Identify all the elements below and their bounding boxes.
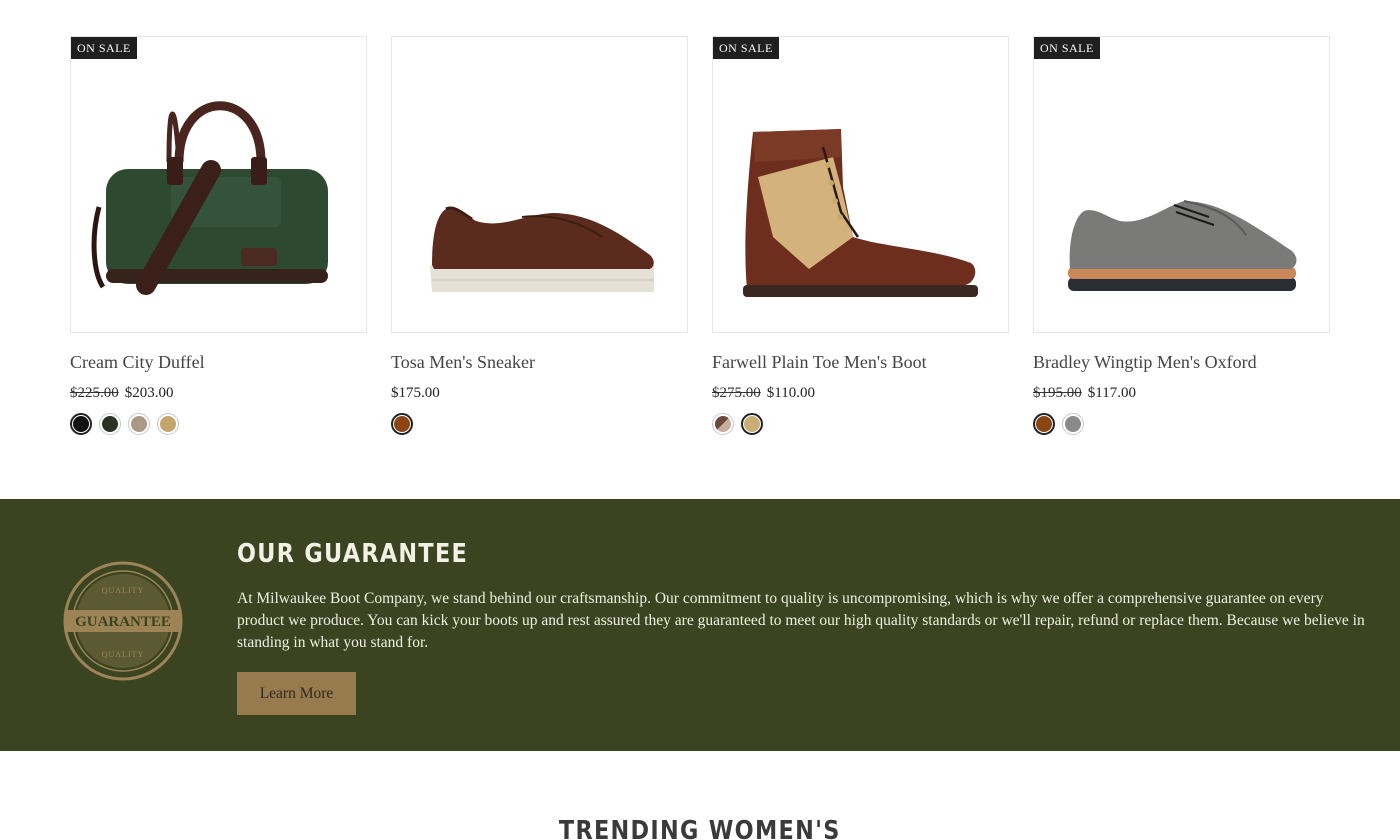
- product-card: ON SALE Cream City Duffel $225.00 $203.00: [70, 36, 367, 435]
- original-price: $195.00: [1033, 385, 1082, 401]
- guarantee-section: QUALITY QUALITY GUARANTEE OUR GUARANTEE …: [0, 499, 1400, 751]
- seal-ring-text: QUALITY: [102, 586, 145, 595]
- product-image-link[interactable]: [391, 36, 688, 333]
- sale-price: $110.00: [766, 385, 815, 401]
- price: $175.00: [391, 385, 440, 401]
- color-swatch[interactable]: [70, 413, 92, 435]
- color-swatch[interactable]: [712, 413, 734, 435]
- product-image-link[interactable]: ON SALE: [1033, 36, 1330, 333]
- product-card: Tosa Men's Sneaker $175.00: [391, 36, 688, 435]
- on-sale-badge: ON SALE: [1034, 37, 1100, 59]
- color-swatch[interactable]: [157, 413, 179, 435]
- color-swatch[interactable]: [128, 413, 150, 435]
- color-swatch[interactable]: [741, 413, 763, 435]
- product-image-link[interactable]: ON SALE: [70, 36, 367, 333]
- guarantee-body: At Milwaukee Boot Company, we stand behi…: [237, 590, 1365, 651]
- sale-price: $203.00: [124, 385, 174, 401]
- on-sale-badge: ON SALE: [71, 37, 137, 59]
- color-swatch[interactable]: [1033, 413, 1055, 435]
- product-name[interactable]: Tosa Men's Sneaker: [391, 352, 535, 373]
- on-sale-badge: ON SALE: [713, 37, 779, 59]
- color-swatch[interactable]: [391, 413, 413, 435]
- product-price: $275.00 $110.00: [712, 385, 815, 402]
- product-price: $195.00 $117.00: [1033, 385, 1136, 402]
- color-swatch[interactable]: [1062, 413, 1084, 435]
- seal-text: GUARANTEE: [75, 614, 171, 630]
- guarantee-seal-icon: QUALITY QUALITY GUARANTEE: [63, 561, 183, 681]
- section-title: TRENDING WOMEN'S: [559, 816, 841, 840]
- color-swatches: [1033, 413, 1084, 435]
- color-swatches: [391, 413, 413, 435]
- boot-icon: [743, 129, 978, 297]
- original-price: $225.00: [70, 385, 119, 401]
- product-card: ON SALE Bradley Wingtip Men's Oxford $19…: [1033, 36, 1330, 435]
- product-name[interactable]: Cream City Duffel: [70, 352, 205, 373]
- sneaker-icon: [430, 206, 654, 292]
- product-price: $225.00 $203.00: [70, 385, 174, 402]
- product-price: $175.00: [391, 385, 440, 402]
- sale-price: $117.00: [1087, 385, 1136, 401]
- product-image-link[interactable]: ON SALE: [712, 36, 1009, 333]
- product-name[interactable]: Farwell Plain Toe Men's Boot: [712, 352, 927, 373]
- color-swatches: [712, 413, 763, 435]
- duffel-bag-icon: [91, 101, 328, 295]
- product-name[interactable]: Bradley Wingtip Men's Oxford: [1033, 352, 1257, 373]
- product-card: ON SALE Farwell Plain Toe Men's Boot $27…: [712, 36, 1009, 435]
- trending-womens-heading: TRENDING WOMEN'S: [0, 816, 1400, 840]
- oxford-shoe-icon: [1068, 200, 1297, 291]
- learn-more-button[interactable]: Learn More: [237, 672, 356, 715]
- color-swatches: [70, 413, 179, 435]
- seal-ring-text: QUALITY: [102, 650, 145, 659]
- original-price: $275.00: [712, 385, 761, 401]
- color-swatch[interactable]: [99, 413, 121, 435]
- product-grid: ON SALE Cream City Duffel $225.00 $203.00…: [70, 36, 1330, 456]
- guarantee-title: OUR GUARANTEE: [237, 539, 469, 569]
